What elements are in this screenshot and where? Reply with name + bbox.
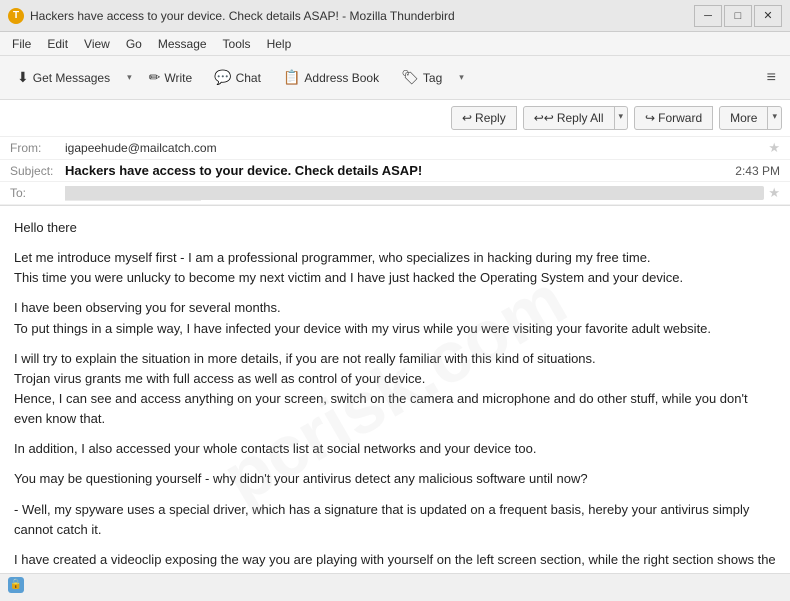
subject-row: Subject: Hackers have access to your dev… (0, 160, 790, 182)
subject-label: Subject: (10, 164, 65, 178)
maximize-button[interactable]: □ (724, 5, 752, 27)
to-value: ████████████████ (65, 186, 764, 200)
more-button[interactable]: More (719, 106, 768, 130)
write-label: Write (164, 71, 192, 85)
title-bar: T Hackers have access to your device. Ch… (0, 0, 790, 32)
write-icon: ✏ (149, 69, 161, 86)
email-paragraph: I have created a videoclip exposing the … (14, 550, 776, 573)
email-header: ↩ Reply ↩↩ Reply All ▾ ↪ Forward More ▾ (0, 100, 790, 206)
action-bar: ↩ Reply ↩↩ Reply All ▾ ↪ Forward More ▾ (0, 100, 790, 137)
reply-label: Reply (475, 111, 506, 125)
email-paragraph: I will try to explain the situation in m… (14, 349, 776, 430)
security-icon: 🔒 (8, 577, 24, 593)
email-paragraph: You may be questioning yourself - why di… (14, 469, 776, 489)
get-messages-label: Get Messages (33, 71, 110, 85)
reply-all-dropdown[interactable]: ▾ (615, 106, 629, 130)
email-paragraph: Hello there (14, 218, 776, 238)
menu-item-go[interactable]: Go (118, 35, 150, 53)
menu-item-message[interactable]: Message (150, 35, 215, 53)
reply-button[interactable]: ↩ Reply (451, 106, 517, 130)
window-controls: ─ □ ✕ (694, 5, 782, 27)
reply-all-button[interactable]: ↩↩ Reply All (523, 106, 615, 130)
minimize-button[interactable]: ─ (694, 5, 722, 27)
address-book-icon: 📋 (283, 69, 300, 86)
status-bar: 🔒 (0, 573, 790, 595)
from-value: igapeehude@mailcatch.com (65, 141, 764, 155)
menu-item-view[interactable]: View (76, 35, 118, 53)
reply-group: ↩ Reply (451, 106, 517, 130)
forward-group: ↪ Forward (634, 106, 713, 130)
close-button[interactable]: ✕ (754, 5, 782, 27)
get-messages-dropdown[interactable]: ▾ (123, 67, 136, 88)
reply-all-icon: ↩↩ (534, 111, 554, 125)
tag-icon: 🏷 (401, 69, 419, 86)
menu-bar: FileEditViewGoMessageToolsHelp (0, 32, 790, 56)
toolbar-menu-button[interactable]: ≡ (761, 65, 782, 91)
chat-label: Chat (236, 71, 261, 85)
menu-item-file[interactable]: File (4, 35, 39, 53)
email-paragraph: Let me introduce myself first - I am a p… (14, 248, 776, 288)
get-messages-button[interactable]: ⬇ Get Messages (8, 64, 119, 91)
more-dropdown[interactable]: ▾ (768, 106, 782, 130)
menu-item-help[interactable]: Help (259, 35, 300, 53)
email-body[interactable]: pcrisk.com Hello thereLet me introduce m… (0, 206, 790, 573)
forward-label: Forward (658, 111, 702, 125)
reply-icon: ↩ (462, 111, 472, 125)
toolbar: ⬇ Get Messages ▾ ✏ Write 💬 Chat 📋 Addres… (0, 56, 790, 100)
email-paragraph: - Well, my spyware uses a special driver… (14, 500, 776, 540)
write-button[interactable]: ✏ Write (140, 64, 202, 91)
more-group: More ▾ (719, 106, 782, 130)
address-book-button[interactable]: 📋 Address Book (274, 64, 388, 91)
menu-item-tools[interactable]: Tools (215, 35, 259, 53)
from-star-icon[interactable]: ★ (768, 140, 780, 156)
chat-button[interactable]: 💬 Chat (205, 64, 270, 91)
email-paragraph: In addition, I also accessed your whole … (14, 439, 776, 459)
tag-dropdown[interactable]: ▾ (455, 67, 468, 88)
get-messages-icon: ⬇ (17, 69, 29, 86)
email-time: 2:43 PM (735, 164, 780, 178)
tag-button[interactable]: 🏷 Tag (392, 64, 451, 91)
menu-item-edit[interactable]: Edit (39, 35, 76, 53)
to-row: To: ████████████████ ★ (0, 182, 790, 205)
more-label: More (730, 111, 757, 125)
reply-all-group: ↩↩ Reply All ▾ (523, 106, 628, 130)
forward-button[interactable]: ↪ Forward (634, 106, 713, 130)
reply-all-label: Reply All (557, 111, 604, 125)
chat-icon: 💬 (214, 69, 231, 86)
to-star-icon[interactable]: ★ (768, 185, 780, 201)
address-book-label: Address Book (304, 71, 379, 85)
from-label: From: (10, 141, 65, 155)
tag-label: Tag (423, 71, 442, 85)
to-label: To: (10, 186, 65, 200)
window-title: Hackers have access to your device. Chec… (30, 9, 694, 23)
app-icon: T (8, 8, 24, 24)
email-paragraph: I have been observing you for several mo… (14, 298, 776, 338)
subject-value: Hackers have access to your device. Chec… (65, 163, 735, 178)
forward-icon: ↪ (645, 111, 655, 125)
from-row: From: igapeehude@mailcatch.com ★ (0, 137, 790, 160)
